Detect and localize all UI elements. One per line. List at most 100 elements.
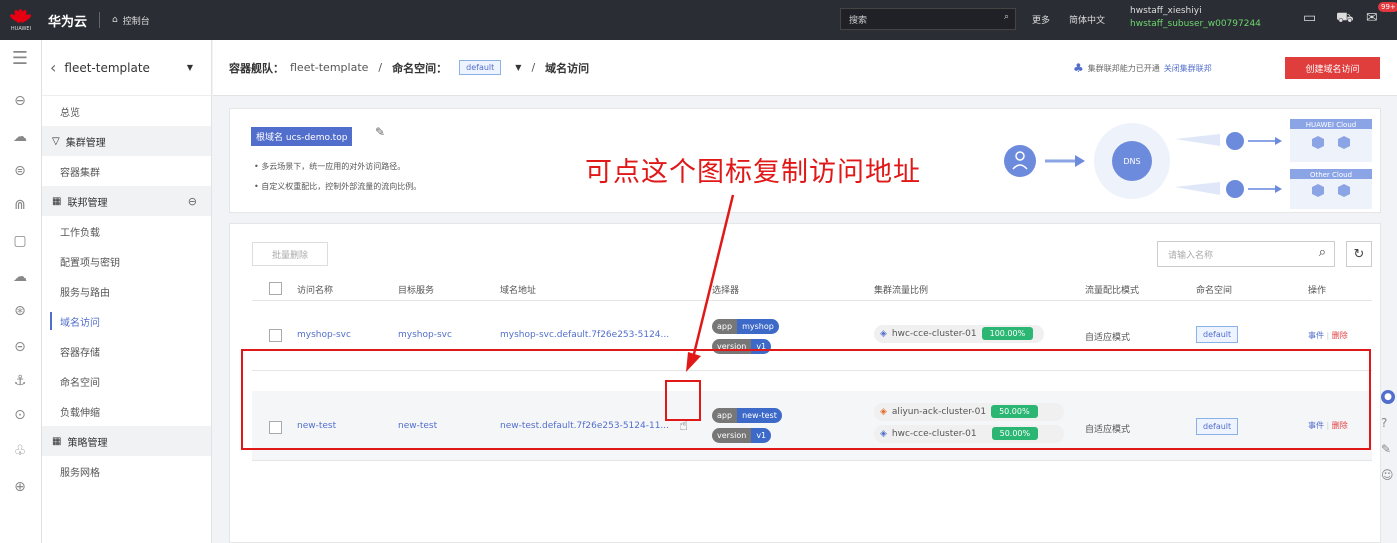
traffic-diagram: DNS HUAWEI Cloud Other Cloud [1004,119,1372,209]
col-header: 操作 [1308,286,1327,296]
cloud-icon[interactable]: ⊜ [11,162,29,180]
sidebar-group-label: 策略管理 [67,437,108,449]
sidebar-group-label: 集群管理 [65,137,106,149]
sidebar-item-service-route[interactable]: 服务与路由 [42,276,211,306]
edit-icon[interactable]: ✎ [375,125,385,139]
search-placeholder: 请输入名称 [1168,250,1214,261]
cloud-icon[interactable]: ☁ [11,128,29,146]
cloud-icon[interactable]: ⊝ [11,338,29,356]
smile-icon[interactable]: ☺ [1381,468,1395,482]
fleet-value[interactable]: fleet-template [290,61,368,74]
top-bar: HUAWEI 华为云 ⌂ 控制台 搜索 ⌕ 更多 简体中文 hwstaff_xi… [0,0,1397,40]
namespace-badge: default [1196,326,1239,343]
sidebar-item-config[interactable]: 配置项与密钥 [42,246,211,276]
cloud-icon[interactable]: ⊖ [11,92,29,110]
server-icon[interactable]: ▢ [11,232,29,250]
events-link[interactable]: 事件 [1308,331,1324,340]
select-all-checkbox[interactable] [269,282,282,295]
arrow-icon [1275,137,1282,145]
cart-icon[interactable]: ⛟ [1336,10,1354,28]
feedback-icon[interactable]: ✎ [1381,442,1395,456]
user-info[interactable]: hwstaff_xieshiyi hwstaff_subuser_w007972… [1130,5,1261,31]
breadcrumb: 容器舰队： fleet-template / 命名空间： default ▼ /… [213,40,1397,96]
banner-bullet: • 多云场景下，统一应用的对外访问路径。 [254,162,406,171]
language-switch[interactable]: 简体中文 [1069,13,1105,26]
breadcrumb-separator: / [378,61,383,74]
huawei-logo[interactable]: HUAWEI [0,0,42,40]
sidebar-group-cluster[interactable]: ▽ 集群管理 [42,126,211,156]
message-badge: 99+ [1378,2,1397,12]
search-placeholder: 搜索 [849,15,868,26]
global-search-input[interactable]: 搜索 ⌕ [840,8,1016,30]
refresh-button[interactable]: ↻ [1346,241,1372,267]
home-icon: ⌂ [112,15,118,25]
access-name-link[interactable]: myshop-svc [297,330,351,340]
chevron-down-icon[interactable]: ▼ [515,63,521,72]
beam-shape [1175,182,1220,195]
sidebar-item-domain-access[interactable]: 域名访问 [42,306,211,336]
cluster-icon[interactable]: ♧ [11,442,29,460]
sidebar-item-overview[interactable]: 总览 [42,96,211,126]
sidebar-item-container-cluster[interactable]: 容器集群 [42,156,211,186]
fleet-selector[interactable]: ‹ fleet-template ▼ [42,40,211,96]
namespace-select[interactable]: default [459,60,502,75]
cluster-ratio: ◈ hwc-cce-cluster-01 100.00% [874,325,1044,343]
console-link[interactable]: ⌂ 控制台 [112,14,150,27]
bulk-delete-button[interactable]: 批量删除 [252,242,328,266]
screen-icon[interactable]: ▭ [1303,10,1316,26]
sidebar-item-scaling[interactable]: 负载伸缩 [42,396,211,426]
breadcrumb-separator: / [531,61,536,74]
col-header: 目标服务 [398,286,435,296]
highlight-row-box [241,349,1371,450]
message-icon[interactable]: ✉ [1366,10,1378,26]
active-label: 域名访问 [50,312,100,330]
refresh-icon: ↻ [1353,246,1365,262]
target-service-link[interactable]: myshop-svc [398,330,452,340]
sidebar-group-policy[interactable]: ▦ 策略管理 [42,426,211,456]
fleet-title: fleet-template [64,60,150,75]
huawei-flower-icon [8,8,33,25]
network-icon[interactable]: ⋒ [11,196,29,214]
cloud-upload-icon [1226,180,1244,198]
create-domain-access-button[interactable]: 创建域名访问 [1285,57,1380,79]
globe-icon[interactable]: ⊕ [11,478,29,496]
search-icon[interactable]: ⌕ [1319,245,1326,260]
console-label: 控制台 [122,16,150,27]
fleet-label: 容器舰队： [229,61,284,75]
user-icon [1004,145,1036,177]
namespace-label: 命名空间： [392,61,448,75]
filter-icon: ▽ [52,135,60,147]
more-menu[interactable]: 更多 [1032,13,1050,26]
traffic-percent: 100.00% [981,327,1034,340]
grid-icon: ▦ [52,195,62,207]
help-icon[interactable]: ? [1381,416,1395,430]
sidebar-group-federation[interactable]: ▦ 联邦管理 ⊖ [42,186,211,216]
anchor-icon[interactable]: ⚓ [11,372,29,390]
sidebar-item-workload[interactable]: 工作负载 [42,216,211,246]
assistant-icon[interactable]: ● [1381,390,1395,404]
lock-icon: ⊖ [187,194,197,208]
col-header: 域名地址 [500,286,537,296]
close-federation-link[interactable]: 关闭集群联邦 [1164,63,1212,74]
main-content: 容器舰队： fleet-template / 命名空间： default ▼ /… [213,40,1397,543]
col-header: 流量配比模式 [1085,286,1140,296]
row-checkbox[interactable] [269,329,282,342]
brand-name[interactable]: 华为云 [48,11,87,30]
play-icon[interactable]: ⊙ [11,406,29,424]
dns-label: DNS [1123,157,1140,166]
sidebar-group-label: 联邦管理 [67,197,108,209]
domain-address[interactable]: myshop-svc.default.7f26e253-5124... [500,330,669,340]
table-search-input[interactable]: 请输入名称 ⌕ [1157,241,1335,267]
back-icon[interactable]: ‹ [50,58,56,77]
chevron-down-icon[interactable]: ▼ [187,63,193,72]
sidebar-item-namespace[interactable]: 命名空间 [42,366,211,396]
col-header: 命名空间 [1196,286,1233,296]
search-icon[interactable]: ⌕ [1004,12,1009,22]
col-header: 选择器 [712,286,740,296]
cloud-icon[interactable]: ☁ [11,268,29,286]
menu-icon[interactable]: ☰ [11,50,29,68]
cloud-icon[interactable]: ⊛ [11,302,29,320]
delete-link[interactable]: 删除 [1332,331,1348,340]
sidebar-item-storage[interactable]: 容器存储 [42,336,211,366]
sidebar-item-mesh[interactable]: 服务网格 [42,456,211,486]
